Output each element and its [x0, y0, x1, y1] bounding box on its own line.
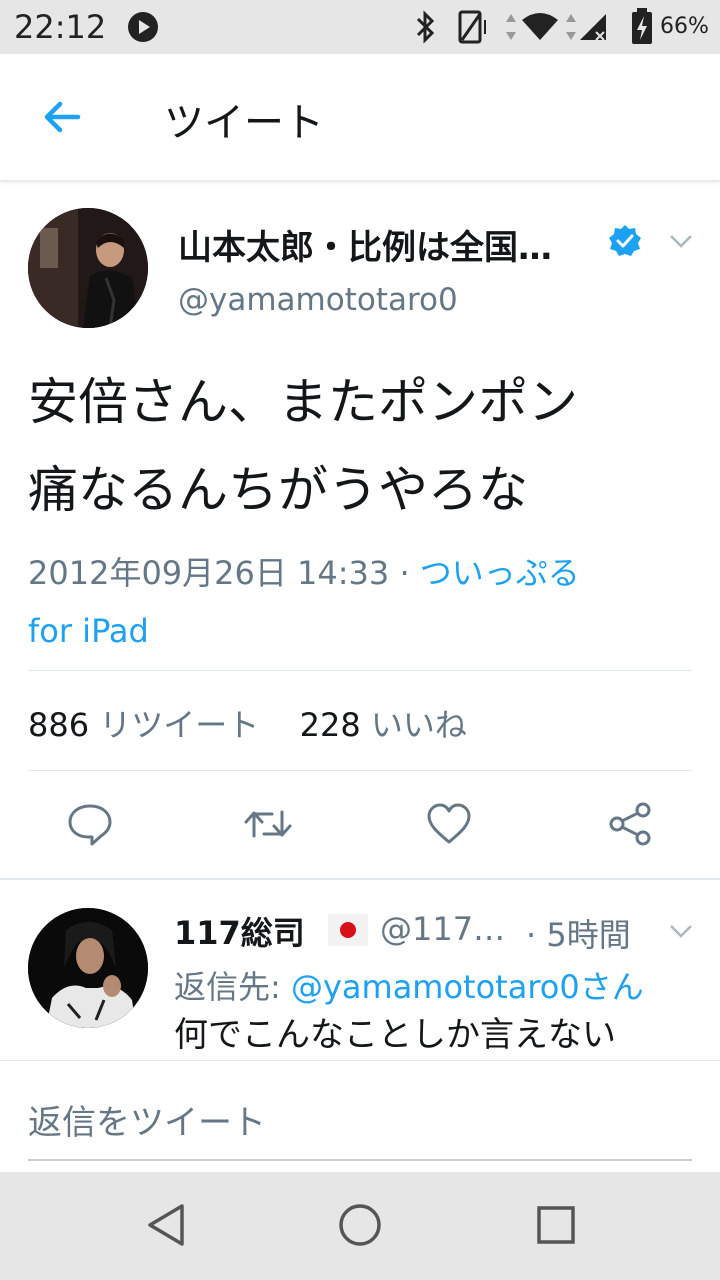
vibrate-icon [458, 10, 486, 44]
status-bar: 22:12 66% [0, 0, 720, 54]
app-bar: ツイート [0, 54, 720, 181]
like-label: いいね [370, 706, 467, 744]
tweet-source-link[interactable]: ついっぷる [420, 554, 580, 592]
reply-text-container: 何でこんなことしか言えない [174, 1012, 720, 1058]
avatar-photo [28, 908, 148, 1028]
retweet-icon[interactable] [244, 800, 292, 848]
avatar[interactable] [28, 208, 148, 328]
tweet-stats: 886 リツイート 228 いいね [28, 700, 467, 746]
tweet-source-link[interactable]: for iPad [28, 602, 688, 660]
divider [28, 770, 692, 771]
like-icon[interactable] [425, 800, 473, 848]
reply-display-name[interactable]: 117総司 [174, 908, 305, 954]
signal-icon [580, 14, 606, 41]
reply-text: 何でこんなことしか言えない [174, 1015, 616, 1055]
reply-icon[interactable] [66, 800, 114, 848]
tweet-text-line: 安倍さん、またポンポン [28, 373, 578, 431]
data-icon [506, 14, 516, 40]
bluetooth-icon [416, 10, 435, 44]
avatar-photo [28, 208, 148, 328]
battery-icon [632, 8, 652, 44]
divider [0, 878, 720, 880]
tweet-text: 安倍さん、またポンポン 痛なるんちがうやろな [28, 358, 698, 534]
arrow-left-icon[interactable] [40, 94, 86, 140]
verified-badge-icon [609, 225, 641, 256]
reply-to-mention[interactable]: @yamamototaro0さん [291, 968, 644, 1006]
input-underline [28, 1159, 692, 1161]
retweet-count: 886 [28, 706, 90, 744]
user-display-name[interactable]: 山本太郎・比例は全国… [178, 220, 552, 269]
wifi-icon [522, 13, 558, 40]
share-icon[interactable] [606, 800, 654, 848]
meta-separator: · [399, 554, 410, 592]
user-handle[interactable]: @yamamototaro0 [178, 282, 458, 318]
reply-to-label: 返信先: [174, 968, 281, 1006]
reply-compose[interactable]: 返信をツイート [0, 1060, 720, 1173]
tweet-text-line: 痛なるんちがうやろな [28, 461, 528, 519]
reply-to: 返信先: @yamamototaro0さん [174, 962, 644, 1008]
tweet-meta: 2012年09月26日 14:33 · ついっぷる for iPad [28, 544, 688, 660]
reply-timestamp: · 5時間 [526, 916, 631, 954]
reply-input[interactable]: 返信をツイート [28, 1095, 266, 1144]
battery-percent: 66% [660, 14, 709, 39]
retweet-stat[interactable]: 886 リツイート [28, 706, 269, 744]
page-title: ツイート [164, 100, 324, 146]
retweet-label: リツイート [99, 706, 260, 744]
play-icon [128, 12, 158, 42]
data-icon [566, 14, 576, 40]
like-stat[interactable]: 228 いいね [300, 706, 467, 744]
tweet-datetime: 2012年09月26日 14:33 [28, 554, 390, 592]
reply-avatar[interactable] [28, 908, 148, 1028]
japan-flag-icon [328, 914, 368, 946]
navigation-bar [0, 1172, 720, 1280]
chevron-down-icon[interactable] [668, 918, 694, 944]
like-count: 228 [299, 706, 361, 744]
divider [28, 670, 692, 671]
status-time: 22:12 [14, 8, 107, 46]
reply-handle[interactable]: @117… [380, 910, 505, 948]
home-nav-icon[interactable] [335, 1200, 385, 1250]
chevron-down-icon[interactable] [668, 228, 694, 254]
recents-nav-icon[interactable] [531, 1200, 581, 1250]
back-nav-icon[interactable] [142, 1200, 192, 1250]
